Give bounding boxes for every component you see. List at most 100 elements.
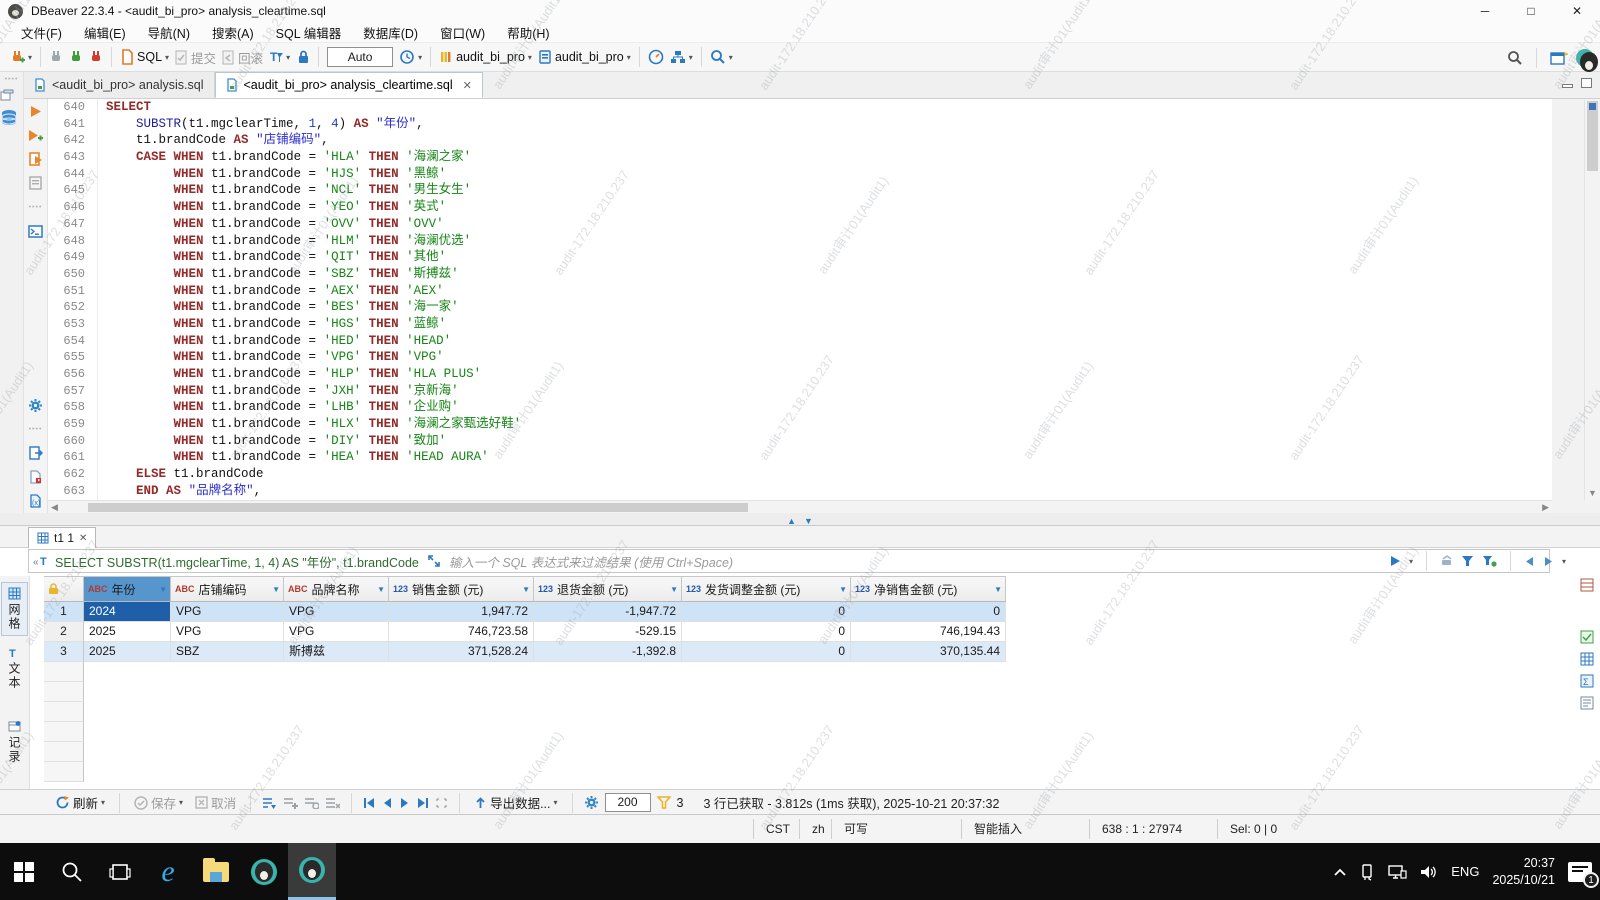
chevron-down-icon[interactable]: ▾ bbox=[1562, 557, 1566, 566]
editor-vertical-scrollbar[interactable]: ▼ bbox=[1584, 99, 1600, 500]
row-number[interactable]: 2 bbox=[44, 622, 84, 642]
column-filter-arrow-icon[interactable]: ▼ bbox=[272, 585, 280, 594]
dbeaver-taskbar-button[interactable] bbox=[240, 843, 288, 900]
validate-file-icon[interactable] bbox=[24, 465, 47, 489]
save-button[interactable]: 保存 ▾ bbox=[131, 791, 186, 814]
execute-new-tab-button[interactable] bbox=[24, 123, 47, 147]
transaction-log-button[interactable]: T ▾ bbox=[266, 47, 293, 67]
column-header-5[interactable]: 123发货调整金额 (元)▼ bbox=[682, 576, 851, 602]
history-button[interactable]: ▾ bbox=[396, 47, 425, 67]
first-row-icon[interactable] bbox=[363, 797, 376, 809]
schema-selector[interactable]: audit_bi_pro ▾ bbox=[535, 47, 634, 67]
start-button[interactable] bbox=[0, 843, 48, 900]
code-line[interactable]: 659 WHEN t1.brandCode = 'HLX' THEN '海澜之家… bbox=[48, 416, 1552, 433]
code-line[interactable]: 652 WHEN t1.brandCode = 'BES' THEN '海一家' bbox=[48, 299, 1552, 316]
scrollbar-thumb[interactable] bbox=[88, 503, 748, 512]
row-header-corner[interactable] bbox=[44, 576, 84, 602]
maximize-button[interactable]: □ bbox=[1508, 0, 1554, 22]
results-tab[interactable]: t1 1 ✕ bbox=[28, 527, 96, 548]
code-line[interactable]: 641 SUBSTR(t1.mgclearTime, 1, 4) AS "年份"… bbox=[48, 116, 1552, 133]
column-header-2[interactable]: ABC品牌名称▼ bbox=[284, 576, 389, 602]
row-number[interactable]: 3 bbox=[44, 642, 84, 662]
table-row[interactable]: 22025VPGVPG746,723.58-529.150746,194.43 bbox=[44, 622, 1006, 642]
column-filter-arrow-icon[interactable]: ▼ bbox=[839, 585, 847, 594]
code-line[interactable]: 653 WHEN t1.brandCode = 'HGS' THEN '蓝鲸' bbox=[48, 316, 1552, 333]
panel-value-icon[interactable] bbox=[1580, 630, 1594, 644]
restore-panel-icon[interactable] bbox=[0, 89, 23, 101]
lock-toggle-button[interactable] bbox=[293, 47, 313, 67]
duplicate-row-icon[interactable] bbox=[304, 796, 319, 809]
column-filter-arrow-icon[interactable]: ▼ bbox=[670, 585, 678, 594]
table-cell[interactable]: 0 bbox=[682, 622, 851, 642]
apply-filter-play-icon[interactable] bbox=[1389, 555, 1401, 567]
output-console-button[interactable] bbox=[24, 219, 47, 243]
task-view-button[interactable] bbox=[96, 843, 144, 900]
table-cell[interactable]: -1,392.8 bbox=[534, 642, 682, 662]
column-header-3[interactable]: 123销售金额 (元)▼ bbox=[389, 576, 534, 602]
scroll-down-arrow-icon[interactable]: ▼ bbox=[1588, 488, 1597, 498]
result-view-tab-1[interactable]: T文本 bbox=[1, 642, 28, 694]
table-cell[interactable]: 2025 bbox=[84, 642, 171, 662]
execute-statement-button[interactable] bbox=[24, 99, 47, 123]
next-row-icon[interactable] bbox=[399, 797, 410, 809]
menu-item-3[interactable]: 搜索(A) bbox=[201, 23, 265, 42]
table-cell[interactable]: -529.15 bbox=[534, 622, 682, 642]
explain-plan-button[interactable] bbox=[24, 171, 47, 195]
code-line[interactable]: 648 WHEN t1.brandCode = 'HLM' THEN '海澜优选… bbox=[48, 233, 1552, 250]
menu-item-0[interactable]: 文件(F) bbox=[10, 23, 73, 42]
dbeaver-perspective-icon[interactable] bbox=[1576, 49, 1594, 67]
filter-history-forward-icon[interactable] bbox=[1543, 556, 1554, 567]
tab-analysis-sql[interactable]: <audit_bi_pro> analysis.sql bbox=[24, 72, 215, 98]
column-filter-arrow-icon[interactable]: ▼ bbox=[522, 585, 530, 594]
add-row-icon[interactable] bbox=[283, 796, 298, 809]
panel-calc-icon[interactable]: Σ bbox=[1580, 674, 1594, 688]
volume-icon[interactable] bbox=[1420, 864, 1438, 880]
filters-funnel-icon[interactable] bbox=[1461, 555, 1474, 568]
rollback-button[interactable]: 回滚 bbox=[219, 46, 266, 69]
code-line[interactable]: 654 WHEN t1.brandCode = 'HED' THEN 'HEAD… bbox=[48, 333, 1552, 350]
filter-settings-icon[interactable] bbox=[1482, 555, 1497, 568]
chevron-down-icon[interactable]: ▾ bbox=[1409, 557, 1413, 566]
usb-icon[interactable] bbox=[1360, 863, 1374, 881]
column-header-4[interactable]: 123退货金额 (元)▼ bbox=[534, 576, 682, 602]
connection-selector[interactable]: audit_bi_pro ▾ bbox=[436, 47, 535, 67]
commit-button[interactable]: 提交 bbox=[172, 46, 219, 69]
disconnect-button[interactable] bbox=[46, 47, 66, 67]
network-tray-icon[interactable] bbox=[1387, 864, 1407, 880]
internet-explorer-button[interactable]: e bbox=[144, 843, 192, 900]
action-center-icon[interactable]: 1 bbox=[1568, 862, 1592, 882]
code-line[interactable]: 651 WHEN t1.brandCode = 'AEX' THEN 'AEX' bbox=[48, 283, 1552, 300]
code-line[interactable]: 656 WHEN t1.brandCode = 'HLP' THEN 'HLA … bbox=[48, 366, 1552, 383]
code-line[interactable]: 661 WHEN t1.brandCode = 'HEA' THEN 'HEAD… bbox=[48, 449, 1552, 466]
export-data-button[interactable]: 导出数据... ▾ bbox=[471, 791, 560, 814]
table-cell[interactable]: VPG bbox=[284, 602, 389, 622]
code-line[interactable]: 642 t1.brandCode AS "店铺编码", bbox=[48, 132, 1552, 149]
sql-search-button[interactable]: ▾ bbox=[707, 47, 736, 67]
table-cell[interactable]: 746,194.43 bbox=[851, 622, 1006, 642]
table-cell[interactable]: -1,947.72 bbox=[534, 602, 682, 622]
erase-filter-icon[interactable] bbox=[1440, 555, 1453, 568]
code-line[interactable]: 649 WHEN t1.brandCode = 'QIT' THEN '其他' bbox=[48, 249, 1552, 266]
reconnect-button[interactable] bbox=[66, 47, 86, 67]
code-line[interactable]: 647 WHEN t1.brandCode = 'OVV' THEN 'OVV' bbox=[48, 216, 1552, 233]
execute-script-button[interactable] bbox=[24, 147, 47, 171]
table-cell[interactable]: 斯搏兹 bbox=[284, 642, 389, 662]
code-line[interactable]: 645 WHEN t1.brandCode = 'NCL' THEN '男生女生… bbox=[48, 182, 1552, 199]
code-line[interactable]: 663 END AS "品牌名称", bbox=[48, 483, 1552, 500]
menu-item-7[interactable]: 帮助(H) bbox=[496, 23, 560, 42]
editor-horizontal-scrollbar[interactable]: ◀ ▶ bbox=[48, 500, 1552, 513]
code-line[interactable]: 643 CASE WHEN t1.brandCode = 'HLA' THEN … bbox=[48, 149, 1552, 166]
perspective-icon[interactable] bbox=[1550, 50, 1568, 66]
cancel-button[interactable]: 取消 bbox=[192, 791, 239, 814]
fetch-size-input[interactable]: 200 bbox=[605, 793, 651, 812]
code-line[interactable]: 646 WHEN t1.brandCode = 'YEO' THEN '英式' bbox=[48, 199, 1552, 216]
expand-filter-icon[interactable] bbox=[427, 554, 441, 568]
result-grid[interactable]: ABC年份▼ABC店铺编码▼ABC品牌名称▼123销售金额 (元)▼123退货金… bbox=[44, 576, 1006, 782]
dashboard-button[interactable] bbox=[645, 47, 667, 67]
minimize-button[interactable]: ─ bbox=[1462, 0, 1508, 22]
close-button[interactable]: ✕ bbox=[1554, 0, 1600, 22]
table-cell[interactable]: 0 bbox=[682, 602, 851, 622]
result-view-tab-0[interactable]: 网格 bbox=[1, 582, 28, 636]
table-cell[interactable]: 371,528.24 bbox=[389, 642, 534, 662]
column-filter-arrow-icon[interactable]: ▼ bbox=[159, 585, 167, 594]
